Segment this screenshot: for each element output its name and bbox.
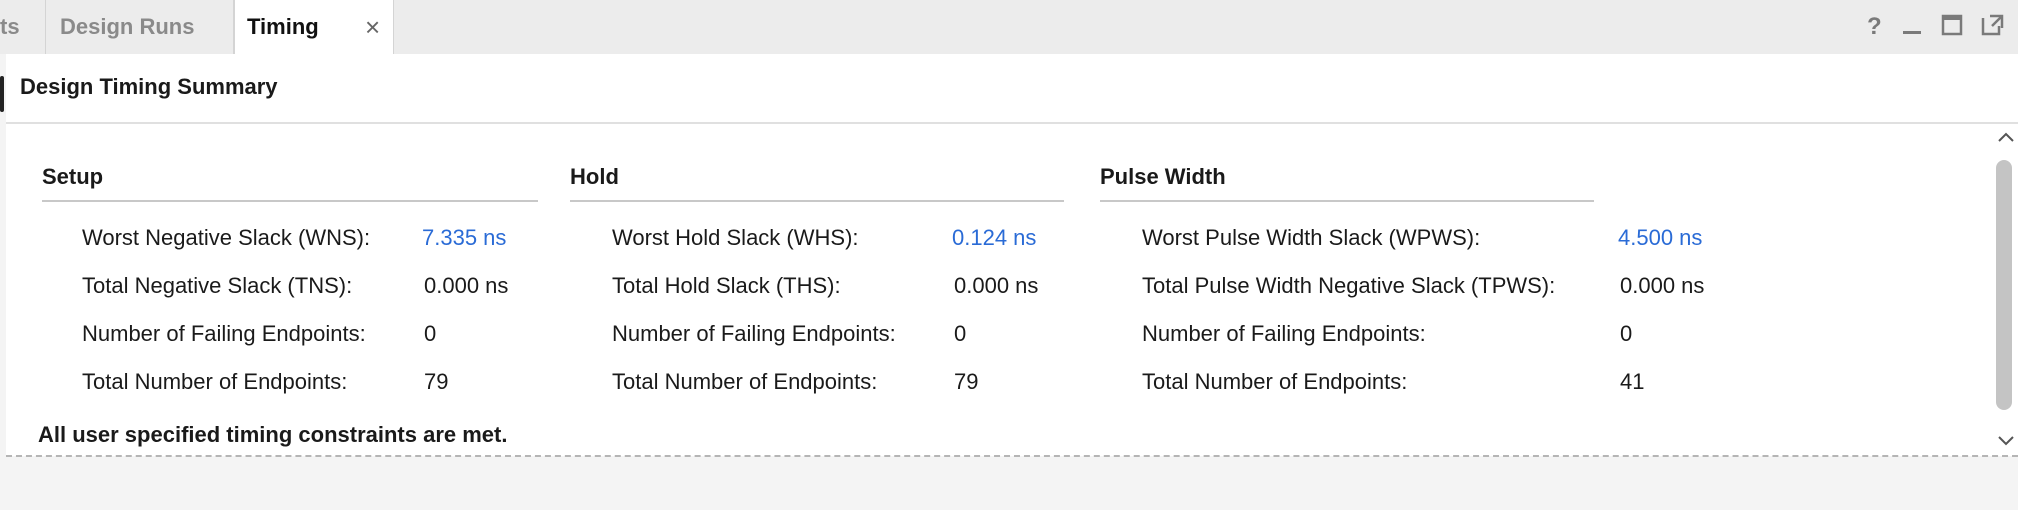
scroll-up-icon[interactable] — [1994, 126, 2018, 148]
help-icon[interactable]: ? — [1862, 12, 1888, 38]
tab-design-runs-label: Design Runs — [60, 14, 195, 39]
panel-resize-divider[interactable] — [6, 455, 2018, 457]
hold-whs-label: Worst Hold Slack (WHS): — [612, 225, 859, 250]
status-message: All user specified timing constraints ar… — [38, 422, 508, 447]
pulse-wpws-label: Worst Pulse Width Slack (WPWS): — [1142, 225, 1481, 250]
minimize-icon[interactable] — [1900, 12, 1926, 38]
pulse-total-label: Total Number of Endpoints: — [1142, 369, 1408, 394]
panel-left-marker — [0, 76, 4, 112]
section-divider — [1100, 200, 1594, 202]
panel-header: Design Timing Summary — [6, 54, 2018, 124]
timing-panel: Design Timing Summary Setup Worst Negati… — [6, 54, 2018, 456]
setup-tns-value: 0.000 ns — [424, 273, 509, 298]
tab-timing-label: Timing — [247, 14, 319, 39]
timing-summary-content: Setup Worst Negative Slack (WNS): 7.335 … — [6, 124, 1996, 454]
section-divider — [42, 200, 538, 202]
pulse-failing-label: Number of Failing Endpoints: — [1142, 321, 1426, 346]
page-title: Design Timing Summary — [20, 74, 278, 99]
hold-failing-label: Number of Failing Endpoints: — [612, 321, 896, 346]
tab-partial[interactable]: ts — [0, 0, 46, 54]
close-icon[interactable]: × — [365, 0, 380, 54]
float-icon[interactable] — [1980, 12, 2006, 38]
tab-design-runs[interactable]: Design Runs — [46, 0, 234, 54]
section-title-pulse-width: Pulse Width — [1100, 164, 1226, 189]
tab-bar: ts Design Runs Timing × ? — [0, 0, 2018, 54]
hold-failing-value: 0 — [954, 321, 967, 346]
maximize-icon[interactable] — [1940, 12, 1966, 38]
setup-tns-label: Total Negative Slack (TNS): — [82, 273, 353, 298]
scroll-down-icon[interactable] — [1994, 430, 2018, 452]
hold-ths-label: Total Hold Slack (THS): — [612, 273, 841, 298]
pulse-tpws-label: Total Pulse Width Negative Slack (TPWS): — [1142, 273, 1556, 298]
setup-wns-value-link[interactable]: 7.335 ns — [422, 224, 506, 252]
setup-wns-label: Worst Negative Slack (WNS): — [82, 225, 371, 250]
setup-total-label: Total Number of Endpoints: — [82, 369, 348, 394]
pulse-failing-value: 0 — [1620, 321, 1633, 346]
setup-total-value: 79 — [424, 369, 449, 394]
hold-ths-value: 0.000 ns — [954, 273, 1039, 298]
hold-total-label: Total Number of Endpoints: — [612, 369, 878, 394]
pulse-total-value: 41 — [1620, 369, 1645, 394]
svg-text:?: ? — [1867, 13, 1882, 38]
setup-failing-label: Number of Failing Endpoints: — [82, 321, 366, 346]
section-divider — [570, 200, 1064, 202]
pulse-tpws-value: 0.000 ns — [1620, 273, 1705, 298]
pulse-wpws-value-link[interactable]: 4.500 ns — [1618, 224, 1702, 252]
hold-total-value: 79 — [954, 369, 979, 394]
tab-partial-label: ts — [0, 14, 20, 39]
section-title-setup: Setup — [42, 164, 104, 189]
section-title-hold: Hold — [570, 164, 619, 189]
vertical-scrollbar-thumb[interactable] — [1996, 160, 2012, 410]
hold-whs-value-link[interactable]: 0.124 ns — [952, 224, 1036, 252]
setup-failing-value: 0 — [424, 321, 437, 346]
tab-timing[interactable]: Timing × — [234, 0, 394, 54]
